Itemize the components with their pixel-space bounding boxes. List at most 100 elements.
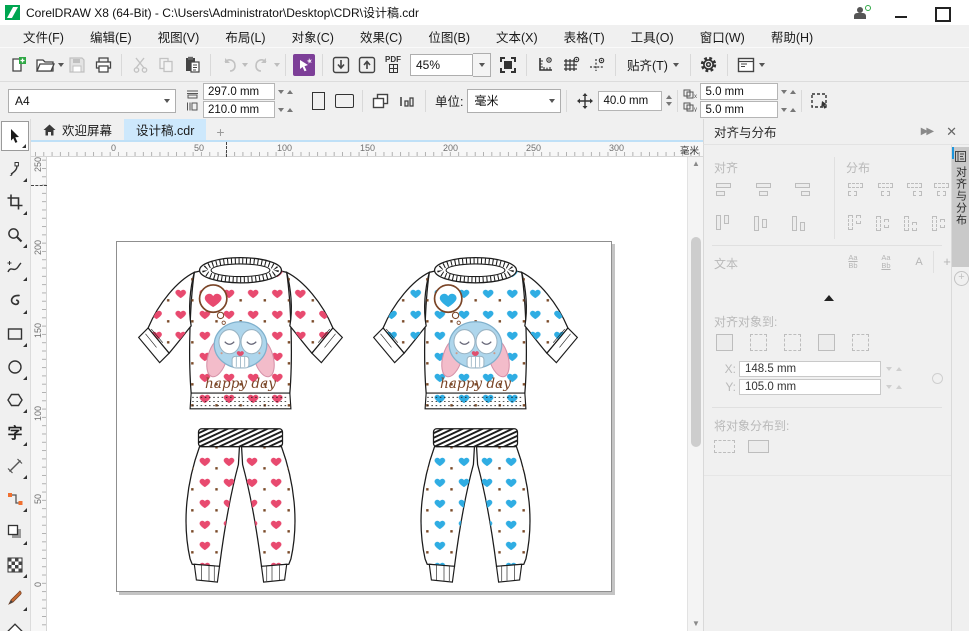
nudge-distance-field[interactable]: 40.0 mm xyxy=(598,91,662,111)
redo-dropdown-caret[interactable] xyxy=(274,63,280,67)
color-eyedropper-tool[interactable] xyxy=(1,583,29,613)
align-middle-vertical-button[interactable] xyxy=(750,211,776,235)
menu-item[interactable]: 编辑(E) xyxy=(77,25,145,48)
align-center-horizontal-button[interactable] xyxy=(750,179,776,203)
snap-to-button[interactable]: 贴齐(T) xyxy=(621,52,685,77)
units-combo[interactable]: 毫米 xyxy=(467,89,561,113)
connector-tool[interactable] xyxy=(1,484,29,514)
distribute-middle-vertical-button[interactable] xyxy=(872,211,898,235)
show-grid-toggle[interactable] xyxy=(558,52,584,78)
current-page-button[interactable] xyxy=(394,88,420,114)
menu-item[interactable]: 位图(B) xyxy=(415,25,483,48)
align-x-spinner[interactable] xyxy=(886,367,902,371)
show-guidelines-toggle[interactable] xyxy=(584,52,610,78)
publish-to-pdf-button[interactable]: PDF xyxy=(380,52,406,78)
tab-welcome-screen[interactable]: 欢迎屏幕 xyxy=(31,119,124,140)
scroll-up-arrow[interactable]: ▲ xyxy=(692,160,700,168)
tab-document[interactable]: 设计稿.cdr xyxy=(124,119,206,140)
full-screen-preview-button[interactable] xyxy=(495,52,521,78)
distribute-to-selection-extent-button[interactable] xyxy=(710,433,738,459)
distribute-spacing-vertical-button[interactable] xyxy=(900,211,926,235)
crop-tool[interactable] xyxy=(1,187,29,217)
page-height-spinner[interactable] xyxy=(278,108,293,112)
page-width-field[interactable]: 297.0 mm xyxy=(203,83,275,100)
nudge-spinner[interactable] xyxy=(666,95,672,106)
drop-shadow-tool[interactable] xyxy=(1,517,29,547)
align-right-button[interactable] xyxy=(788,179,814,203)
export-button[interactable] xyxy=(354,52,380,78)
rectangle-tool[interactable] xyxy=(1,319,29,349)
copy-button[interactable] xyxy=(153,52,179,78)
zoom-level-value[interactable]: 45% xyxy=(410,54,473,76)
distribute-to-page-button[interactable] xyxy=(744,433,772,459)
align-to-page-edge-button[interactable] xyxy=(744,329,772,355)
duplicate-y-field[interactable]: 5.0 mm xyxy=(700,101,778,118)
align-y-field[interactable]: 105.0 mm xyxy=(739,379,881,395)
drawing-canvas[interactable]: happy day happy day xyxy=(47,157,687,631)
align-left-button[interactable] xyxy=(712,179,738,203)
interface-layout-caret[interactable] xyxy=(759,63,765,67)
duplicate-x-field[interactable]: 5.0 mm xyxy=(700,83,778,100)
portrait-orientation-button[interactable] xyxy=(305,88,331,114)
align-to-page-center-button[interactable] xyxy=(778,329,806,355)
all-pages-button[interactable] xyxy=(368,88,394,114)
import-button[interactable] xyxy=(328,52,354,78)
align-x-field[interactable]: 148.5 mm xyxy=(739,361,881,377)
options-gear-icon[interactable] xyxy=(696,52,722,78)
distribute-center-horizontal-button[interactable] xyxy=(872,179,898,203)
align-bottom-button[interactable] xyxy=(788,211,814,235)
open-button[interactable] xyxy=(32,52,58,78)
align-top-button[interactable] xyxy=(712,211,738,235)
undo-button[interactable] xyxy=(216,52,242,78)
distribute-spacing-horizontal-button[interactable] xyxy=(900,179,926,203)
text-tool[interactable]: 字 xyxy=(1,418,29,448)
distribute-left-button[interactable] xyxy=(844,179,870,203)
print-button[interactable] xyxy=(90,52,116,78)
horizontal-ruler[interactable]: 毫米 050100150200250300 xyxy=(31,142,703,157)
distribute-top-button[interactable] xyxy=(844,211,870,235)
docker-collapse-chevrons-icon[interactable]: ▶▶ xyxy=(921,126,946,137)
vertical-ruler[interactable]: 250200150100500 xyxy=(31,157,47,631)
interactive-fill-tool[interactable] xyxy=(1,616,29,631)
align-to-grid-button[interactable] xyxy=(812,329,840,355)
save-button[interactable] xyxy=(64,52,90,78)
show-rulers-toggle[interactable] xyxy=(532,52,558,78)
text-align-bounding-box-button[interactable]: A xyxy=(906,249,932,275)
align-y-spinner[interactable] xyxy=(886,385,902,389)
parallel-dimension-tool[interactable] xyxy=(1,451,29,481)
menu-item[interactable]: 布局(L) xyxy=(212,25,278,48)
page-size-preset-combo[interactable]: A4 xyxy=(8,89,176,113)
transparency-tool[interactable] xyxy=(1,550,29,580)
duplicate-x-spinner[interactable] xyxy=(781,90,796,94)
new-document-button[interactable] xyxy=(6,52,32,78)
scrollbar-thumb[interactable] xyxy=(691,237,701,447)
zoom-level-dropdown[interactable] xyxy=(473,53,491,77)
menu-item[interactable]: 帮助(H) xyxy=(758,25,826,48)
polygon-tool[interactable] xyxy=(1,385,29,415)
minimize-button[interactable] xyxy=(893,5,911,21)
freehand-tool[interactable] xyxy=(1,253,29,283)
text-align-baseline-last-button[interactable]: AaBb xyxy=(873,249,899,275)
landscape-orientation-button[interactable] xyxy=(331,88,357,114)
interface-layout-button[interactable] xyxy=(733,52,759,78)
redo-button[interactable] xyxy=(248,52,274,78)
menu-item[interactable]: 文件(F) xyxy=(10,25,77,48)
cut-button[interactable] xyxy=(127,52,153,78)
pick-tool[interactable] xyxy=(1,121,29,151)
ellipse-tool[interactable] xyxy=(1,352,29,382)
align-distribute-side-tab[interactable]: 对齐与分布 xyxy=(952,147,969,267)
menu-item[interactable]: 文本(X) xyxy=(483,25,551,48)
align-to-specified-point-button[interactable] xyxy=(846,329,874,355)
align-to-active-object-button[interactable] xyxy=(710,329,738,355)
scroll-down-arrow[interactable]: ▼ xyxy=(692,620,700,628)
canvas-vertical-scrollbar[interactable]: ▲ ▼ xyxy=(687,157,703,631)
menu-item[interactable]: 对象(C) xyxy=(279,25,347,48)
account-sign-in-icon[interactable] xyxy=(853,5,871,21)
text-align-baseline-first-button[interactable]: AaBb xyxy=(840,249,866,275)
docker-collapse-arrow[interactable] xyxy=(824,295,834,301)
page-height-field[interactable]: 210.0 mm xyxy=(203,101,275,118)
menu-item[interactable]: 视图(V) xyxy=(145,25,213,48)
artistic-media-tool[interactable] xyxy=(1,286,29,316)
docker-close-icon[interactable]: ✕ xyxy=(946,124,969,140)
paste-button[interactable] xyxy=(179,52,205,78)
